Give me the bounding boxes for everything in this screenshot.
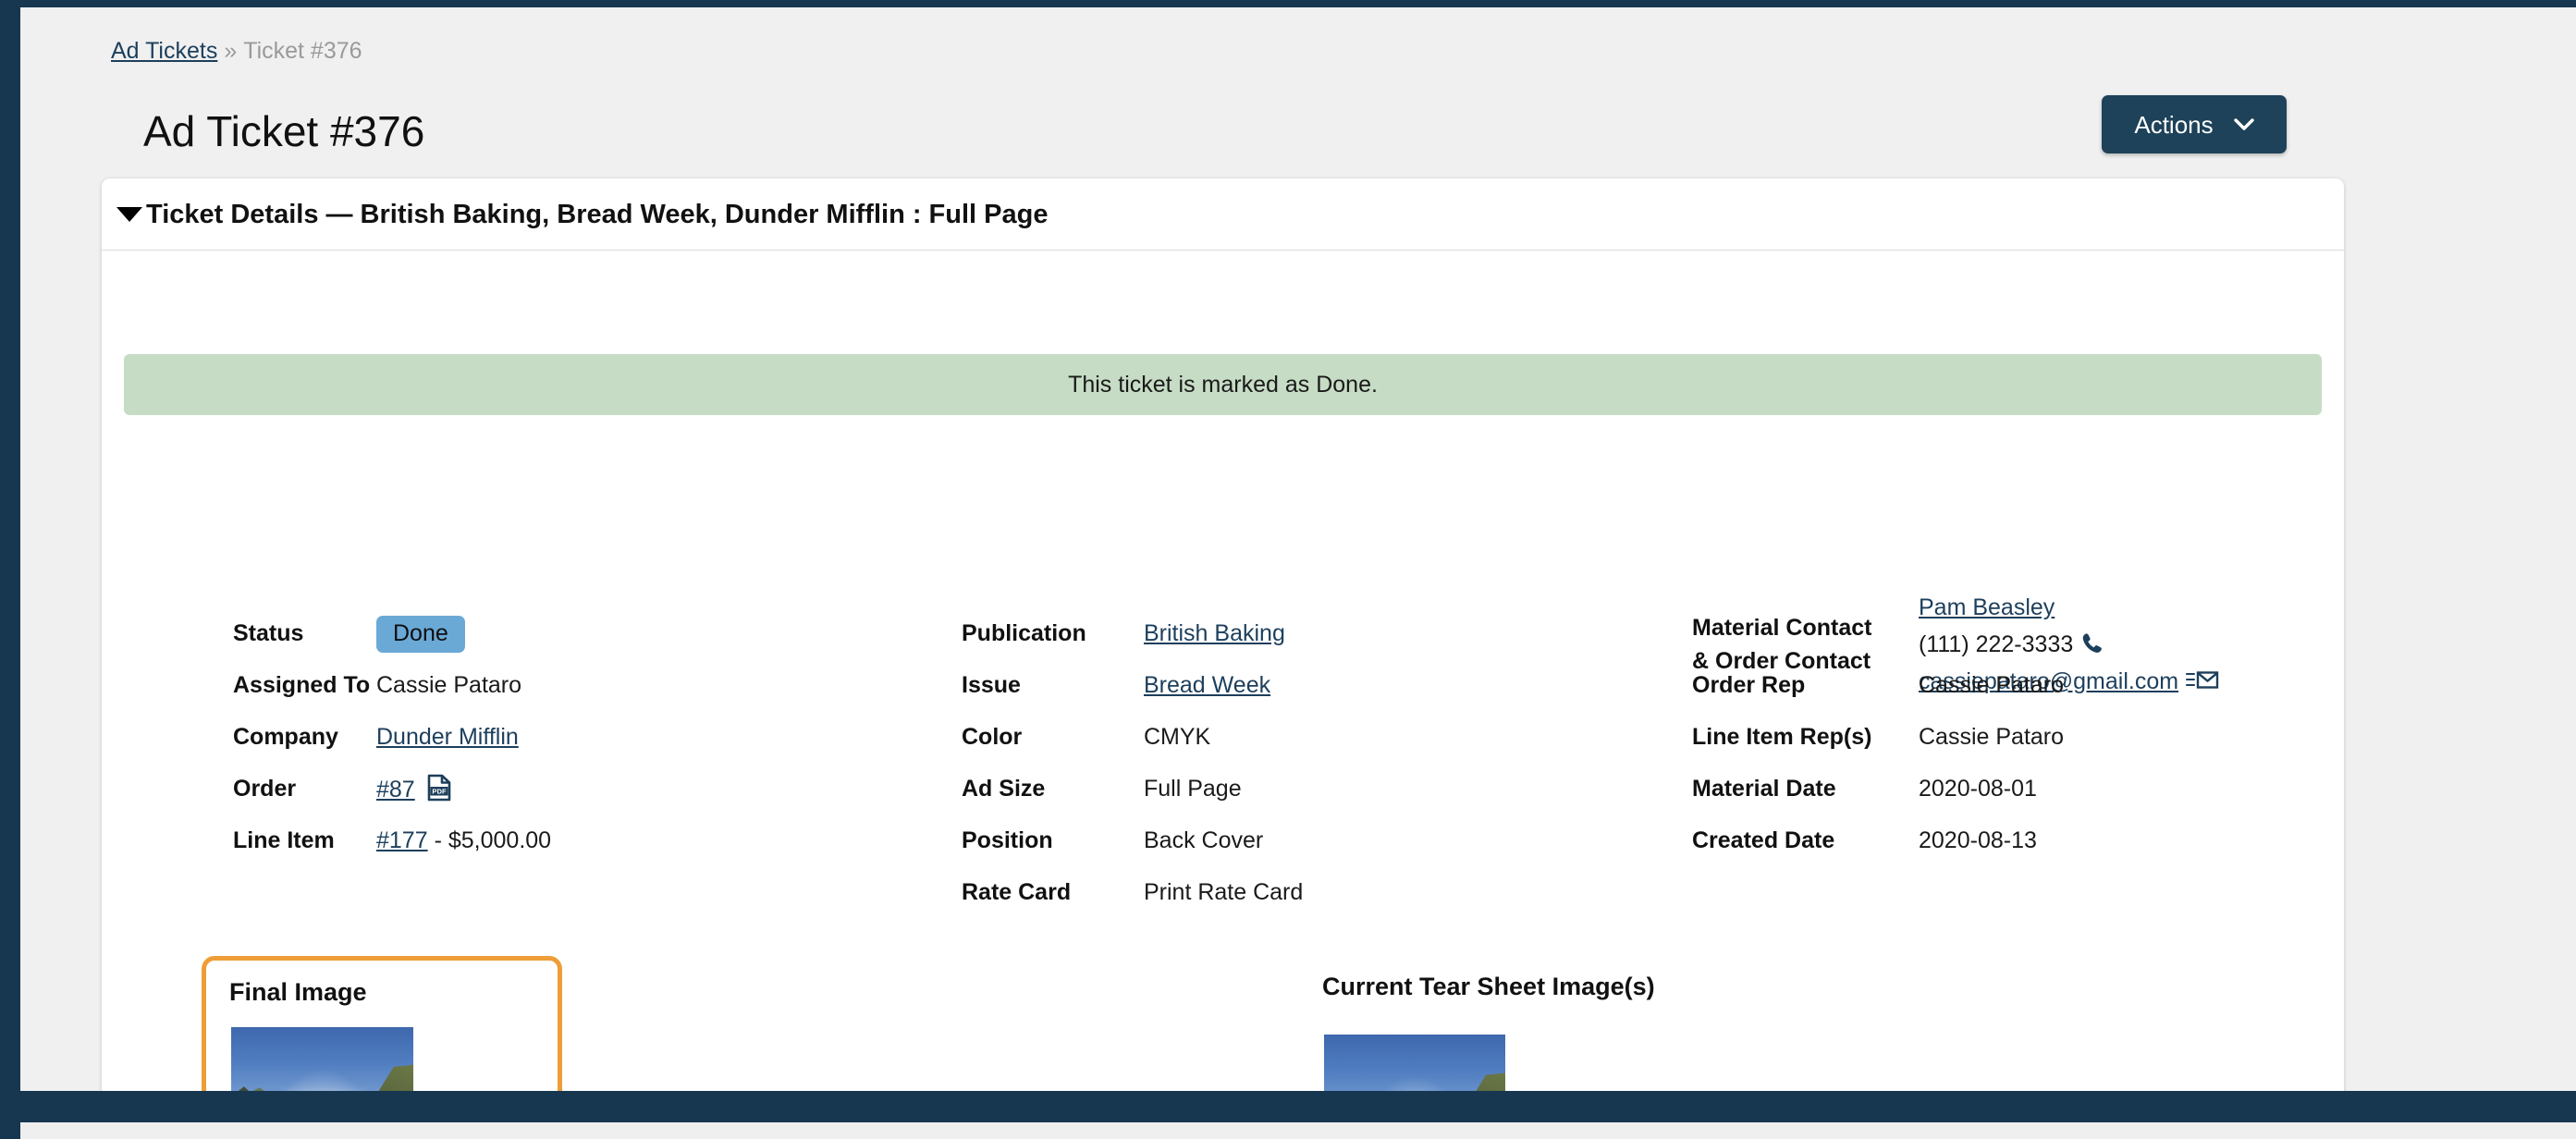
field-material-order-contact-label: Material Contact & Order Contact <box>1692 615 1872 674</box>
breadcrumb: Ad Tickets » Ticket #376 <box>111 37 362 65</box>
field-publication-value: British Baking <box>1144 618 1285 648</box>
field-ad-size: Ad Size Full Page <box>962 774 1479 826</box>
field-status-label: Status <box>233 620 304 646</box>
final-image-panel: Final Image <box>202 956 562 1100</box>
field-line-item-label: Line Item <box>233 827 335 853</box>
field-column-right: Material Contact & Order Contact Pam Bea… <box>1692 594 2302 877</box>
field-line-item-reps-value: Cassie Pataro <box>1919 724 2065 750</box>
field-position-value: Back Cover <box>1144 827 1264 853</box>
field-assigned-to: Assigned To Cassie Pataro <box>233 670 732 722</box>
triangle-down-icon <box>117 206 142 222</box>
field-assigned-to-value: Cassie Pataro <box>376 672 522 698</box>
field-column-middle: Publication British Baking Issue Bread W… <box>962 618 1479 929</box>
tear-sheet-title: Current Tear Sheet Image(s) <box>1322 973 1655 1000</box>
ticket-details-card: Ticket Details — British Baking, Bread W… <box>102 178 2344 1100</box>
pdf-file-icon[interactable]: PDF <box>427 774 451 802</box>
status-banner: This ticket is marked as Done. <box>124 354 2322 415</box>
waterfall-photo <box>231 1027 413 1100</box>
field-material-date: Material Date 2020-08-01 <box>1692 774 2302 826</box>
field-order-label: Order <box>233 776 297 802</box>
order-link[interactable]: #87 <box>376 777 415 802</box>
bottom-chrome-bar <box>20 1091 2576 1122</box>
status-banner-text: This ticket is marked as Done. <box>1068 372 1378 398</box>
field-ad-size-label: Ad Size <box>962 776 1046 802</box>
final-image-thumbnail[interactable] <box>231 1027 413 1100</box>
field-rate-card-label: Rate Card <box>962 879 1072 905</box>
svg-text:PDF: PDF <box>432 788 447 796</box>
ticket-details-header[interactable]: Ticket Details — British Baking, Bread W… <box>102 178 2344 251</box>
breadcrumb-link-ad-tickets[interactable]: Ad Tickets <box>111 38 217 64</box>
field-order: Order #87 PDF <box>233 774 732 826</box>
bottom-filler <box>20 1122 2576 1139</box>
breadcrumb-current: Ticket #376 <box>243 38 362 64</box>
field-material-date-value: 2020-08-01 <box>1919 776 2037 802</box>
contact-phone: (111) 222-3333 <box>1919 631 2074 657</box>
field-order-rep-value: Cassie Pataro <box>1919 672 2065 698</box>
contact-name-link[interactable]: Pam Beasley <box>1919 594 2055 620</box>
field-line-item-reps: Line Item Rep(s) Cassie Pataro <box>1692 722 2302 774</box>
top-chrome-bar <box>0 0 2576 7</box>
phone-icon[interactable] <box>2080 631 2104 655</box>
issue-link[interactable]: Bread Week <box>1144 672 1270 698</box>
final-image-title: Final Image <box>229 978 367 1006</box>
line-item-amount: - $5,000.00 <box>434 827 552 853</box>
field-company-label: Company <box>233 724 338 750</box>
field-issue-label: Issue <box>962 672 1021 698</box>
field-created-date: Created Date 2020-08-13 <box>1692 826 2302 877</box>
breadcrumb-separator: » <box>224 38 238 64</box>
field-position: Position Back Cover <box>962 826 1479 877</box>
field-issue: Issue Bread Week <box>962 670 1479 722</box>
field-ad-size-value: Full Page <box>1144 776 1242 802</box>
field-color: Color CMYK <box>962 722 1479 774</box>
line-item-link[interactable]: #177 <box>376 827 428 853</box>
field-issue-value: Bread Week <box>1144 670 1270 700</box>
status-badge: Done <box>376 616 465 653</box>
actions-button-label: Actions <box>2134 110 2214 139</box>
field-rate-card-value: Print Rate Card <box>1144 879 1304 905</box>
field-created-date-value: 2020-08-13 <box>1919 827 2037 853</box>
publication-link[interactable]: British Baking <box>1144 620 1285 646</box>
field-column-left: Status Done Assigned To Cassie Pataro Co… <box>233 616 732 877</box>
chevron-down-icon <box>2233 117 2254 130</box>
field-line-item-reps-label: Line Item Rep(s) <box>1692 724 1872 750</box>
page-content: Ad Tickets » Ticket #376 Ad Ticket #376 Ac… <box>20 7 2576 1106</box>
field-company-value: Dunder Mifflin <box>376 722 519 752</box>
field-order-value: #87 PDF <box>376 774 451 804</box>
field-material-date-label: Material Date <box>1692 776 1836 802</box>
field-status: Status Done <box>233 616 732 670</box>
field-color-value: CMYK <box>1144 724 1211 750</box>
field-assigned-to-label: Assigned To <box>233 672 371 698</box>
company-link[interactable]: Dunder Mifflin <box>376 724 519 750</box>
page-title: Ad Ticket #376 <box>143 106 425 155</box>
field-line-item: Line Item #177 - $5,000.00 <box>233 826 732 877</box>
field-material-order-contact: Material Contact & Order Contact Pam Bea… <box>1692 594 2302 694</box>
tear-sheet-panel: Current Tear Sheet Image(s) <box>1322 972 1969 1100</box>
actions-button[interactable]: Actions <box>2102 95 2287 153</box>
field-company: Company Dunder Mifflin <box>233 722 732 774</box>
field-publication-label: Publication <box>962 620 1086 646</box>
field-rate-card: Rate Card Print Rate Card <box>962 877 1479 929</box>
field-publication: Publication British Baking <box>962 618 1479 670</box>
ticket-details-body: This ticket is marked as Done. Status Do… <box>102 251 2344 1100</box>
left-chrome-bar <box>0 0 20 1139</box>
field-order-rep-label: Order Rep <box>1692 672 1806 698</box>
field-status-value: Done <box>376 616 465 653</box>
envelope-icon[interactable] <box>2186 669 2219 692</box>
field-created-date-label: Created Date <box>1692 827 1835 853</box>
field-position-label: Position <box>962 827 1053 853</box>
field-line-item-value: #177 - $5,000.00 <box>376 826 551 855</box>
ticket-details-header-text: Ticket Details — British Baking, Bread W… <box>146 199 1049 229</box>
field-color-label: Color <box>962 724 1023 750</box>
